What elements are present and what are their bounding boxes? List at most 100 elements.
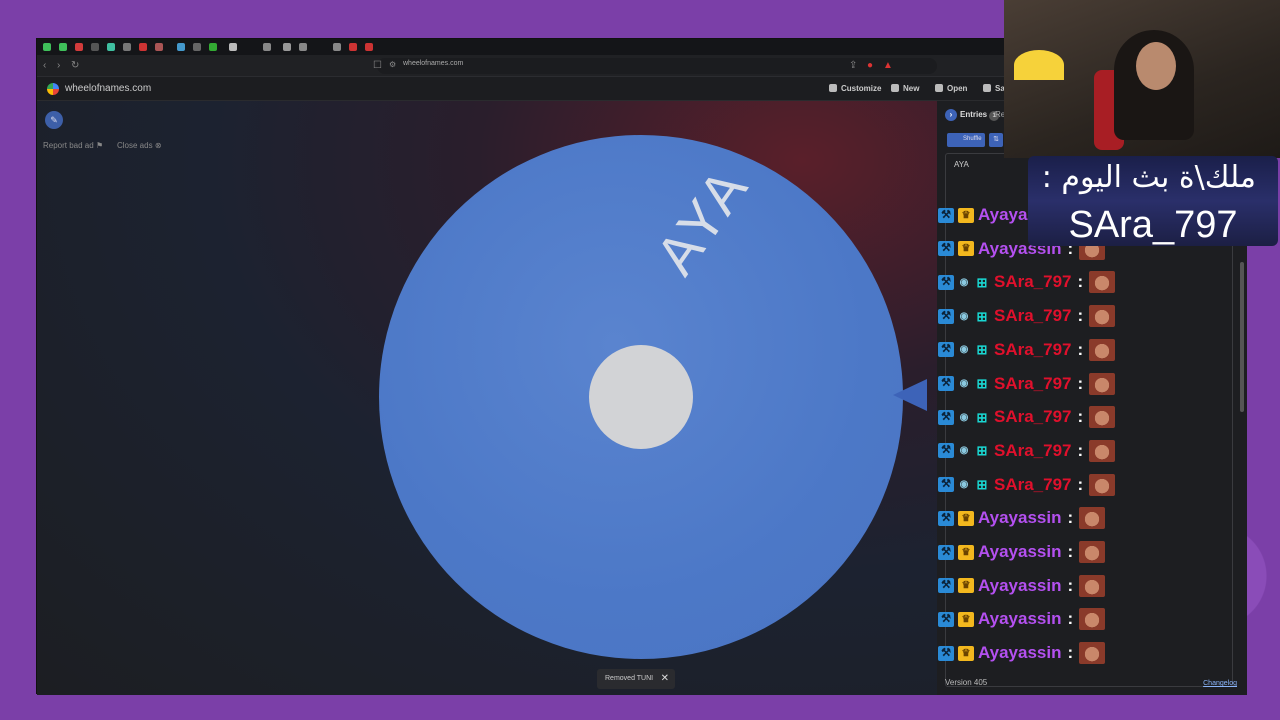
- face-emote-icon: [1079, 507, 1106, 530]
- chat-separator: :: [1067, 575, 1074, 595]
- close-ads-link[interactable]: Close ads ⊗: [117, 141, 162, 150]
- tab-icon[interactable]: [177, 43, 185, 51]
- tab-icon[interactable]: [123, 43, 131, 51]
- moderator-badge-icon: ⚒: [938, 578, 954, 594]
- face-emote-icon: [1079, 642, 1106, 665]
- url-text: wheelofnames.com: [403, 60, 464, 67]
- chat-message: ⚒ ◉ ⊞ SAra_797:: [938, 302, 1116, 330]
- wheel-segment-label: AYA: [643, 154, 762, 286]
- moderator-badge-icon: ⚒: [938, 308, 954, 324]
- chat-message: ⚒ ◉ ⊞ SAra_797:: [938, 437, 1116, 465]
- open-button[interactable]: Open: [935, 84, 967, 93]
- chat-username[interactable]: Ayayassin: [978, 643, 1061, 663]
- face-emote-icon: [1089, 439, 1116, 462]
- chat-message: ⚒ ◉ ⊞ SAra_797:: [938, 471, 1116, 499]
- moderator-badge-icon: ⚒: [938, 376, 954, 391]
- tab-icon[interactable]: [365, 43, 373, 51]
- folder-icon: [935, 84, 943, 92]
- tab-icon[interactable]: [107, 43, 115, 51]
- close-icon[interactable]: ✕: [661, 673, 669, 684]
- gift-badge-icon: ⊞: [976, 274, 988, 290]
- palette-icon: [829, 84, 837, 92]
- tab-icon[interactable]: [155, 43, 163, 51]
- tab-icon[interactable]: [43, 43, 51, 51]
- flag-icon: ⚑: [95, 141, 104, 150]
- moderator-badge-icon: ⚒: [938, 510, 954, 526]
- save-button[interactable]: Sa: [983, 84, 1005, 93]
- moderator-badge-icon: ⚒: [938, 645, 954, 661]
- chat-username[interactable]: Ayayassin: [978, 576, 1061, 596]
- tab-icon[interactable]: [193, 43, 201, 51]
- chat-separator: :: [1077, 339, 1084, 359]
- eye-badge-icon: ◉: [959, 479, 969, 491]
- chat-username[interactable]: Ayayassin: [978, 508, 1061, 528]
- tab-icon[interactable]: [229, 43, 237, 51]
- chevron-right-icon[interactable]: ›: [945, 109, 957, 121]
- chat-message: ⚒ ◉ ⊞ SAra_797:: [938, 370, 1116, 398]
- tab-icon[interactable]: [91, 43, 99, 51]
- customize-button[interactable]: Customize: [829, 84, 881, 93]
- site-info-icon[interactable]: ⚙: [389, 60, 396, 69]
- tab-entries[interactable]: › Entries 1: [945, 109, 1000, 121]
- chat-username[interactable]: SAra_797: [994, 441, 1072, 461]
- chat-username[interactable]: Ayayassin: [978, 542, 1061, 562]
- share-icon[interactable]: ⇪: [849, 60, 857, 71]
- chat-separator: :: [1077, 474, 1084, 494]
- tab-icon[interactable]: [75, 43, 83, 51]
- extension-icon[interactable]: ●: [867, 60, 873, 71]
- chat-separator: :: [1077, 407, 1084, 427]
- name-wheel[interactable]: AYA: [379, 135, 903, 659]
- gift-badge-icon: ⊞: [976, 409, 988, 425]
- chat-separator: :: [1077, 440, 1084, 460]
- moderator-badge-icon: ⚒: [938, 443, 954, 459]
- crown-badge-icon: ♛: [958, 241, 974, 257]
- chat-username[interactable]: SAra_797: [994, 272, 1072, 292]
- reload-icon[interactable]: ↻: [71, 60, 79, 71]
- chat-message: ⚒♛Ayayassin:: [938, 504, 1106, 532]
- eye-badge-icon: ◉: [959, 445, 969, 457]
- back-icon[interactable]: ‹: [43, 60, 46, 71]
- changelog-link[interactable]: Changelog: [1203, 680, 1237, 687]
- chat-username[interactable]: SAra_797: [994, 475, 1072, 495]
- wheel-hub[interactable]: [589, 345, 693, 449]
- chat-username[interactable]: SAra_797: [994, 407, 1072, 427]
- tab-icon[interactable]: [333, 43, 341, 51]
- report-ad-link[interactable]: Report bad ad ⚑: [43, 141, 103, 150]
- chat-message: ⚒♛Ayayassin:: [938, 639, 1106, 667]
- face-emote-icon: [1089, 271, 1116, 294]
- scrollbar-thumb[interactable]: [1240, 262, 1244, 412]
- shuffle-button[interactable]: Shuffle: [947, 133, 985, 147]
- entries-textarea-value: AYA: [954, 160, 969, 169]
- eye-badge-icon: ◉: [959, 378, 969, 389]
- eye-badge-icon: ◉: [959, 276, 969, 288]
- tab-icon[interactable]: [59, 43, 67, 51]
- crown-badge-icon: ♛: [958, 207, 974, 223]
- tab-icon[interactable]: [263, 43, 271, 51]
- moderator-badge-icon: ⚒: [938, 477, 954, 493]
- chat-username[interactable]: SAra_797: [994, 340, 1072, 360]
- tab-icon[interactable]: [349, 43, 357, 51]
- tab-icon[interactable]: [209, 43, 217, 51]
- tab-icon[interactable]: [283, 43, 291, 51]
- wheel-logo-icon[interactable]: [47, 83, 59, 95]
- site-name[interactable]: wheelofnames.com: [65, 83, 151, 94]
- tab-icon[interactable]: [139, 43, 147, 51]
- chat-username[interactable]: SAra_797: [994, 306, 1072, 326]
- moderator-badge-icon: ⚒: [938, 274, 954, 290]
- extension-icon[interactable]: ▲: [883, 60, 893, 71]
- gift-badge-icon: ⊞: [976, 477, 988, 493]
- new-button[interactable]: New: [891, 84, 919, 93]
- banner-name: SAra_797: [1068, 204, 1238, 246]
- sort-button[interactable]: ⇅: [989, 133, 1003, 147]
- edit-pencil-icon[interactable]: ✎: [45, 111, 63, 129]
- wheel-pointer-icon: [893, 379, 927, 411]
- bookmark-icon[interactable]: ☐: [373, 60, 382, 71]
- forward-icon[interactable]: ›: [57, 60, 60, 71]
- chat-username[interactable]: SAra_797: [994, 374, 1072, 394]
- crown-badge-icon: ♛: [958, 578, 974, 594]
- face-emote-icon: [1089, 473, 1116, 496]
- tab-icon[interactable]: [299, 43, 307, 51]
- chat-username[interactable]: Ayayassin: [978, 609, 1061, 629]
- file-icon: [891, 84, 899, 92]
- chat-separator: :: [1067, 609, 1074, 629]
